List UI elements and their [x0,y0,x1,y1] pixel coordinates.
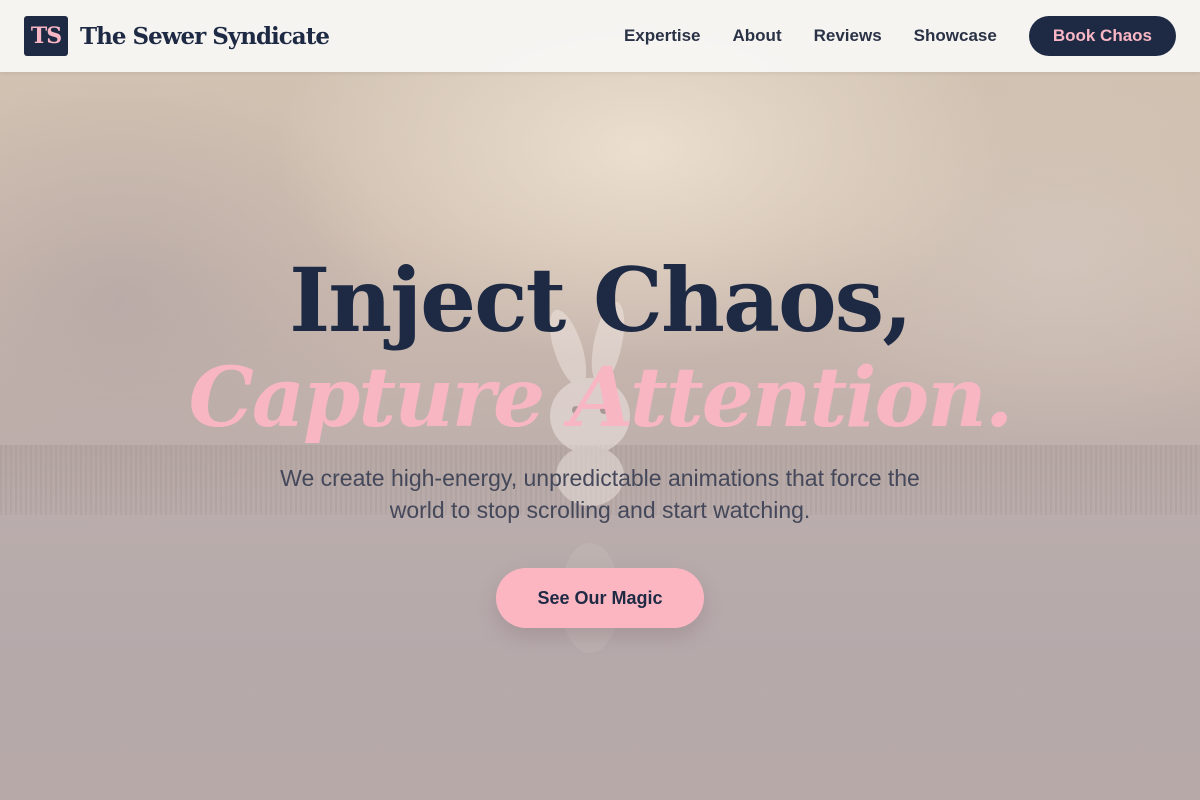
main-nav: Expertise About Reviews Showcase Book Ch… [624,16,1176,56]
nav-link-about[interactable]: About [733,26,782,46]
site-header: TS The Sewer Syndicate Expertise About R… [0,0,1200,72]
logo-mark: TS [24,16,68,56]
nav-link-expertise[interactable]: Expertise [624,26,701,46]
book-chaos-button[interactable]: Book Chaos [1028,16,1176,56]
see-our-magic-button[interactable]: See Our Magic [496,568,704,628]
hero-subtitle: We create high-energy, unpredictable ani… [280,465,920,523]
headline-line-2: Capture Attention. [188,350,1014,446]
hero-section: Inject Chaos, Capture Attention. We crea… [0,250,1200,628]
headline-line-1: Inject Chaos, [289,248,913,352]
hero-headline: Inject Chaos, Capture Attention. [0,250,1200,446]
brand-logo-link[interactable]: TS The Sewer Syndicate [24,16,330,56]
nav-link-showcase[interactable]: Showcase [914,26,997,46]
nav-link-reviews[interactable]: Reviews [814,26,882,46]
brand-name: The Sewer Syndicate [80,22,330,50]
